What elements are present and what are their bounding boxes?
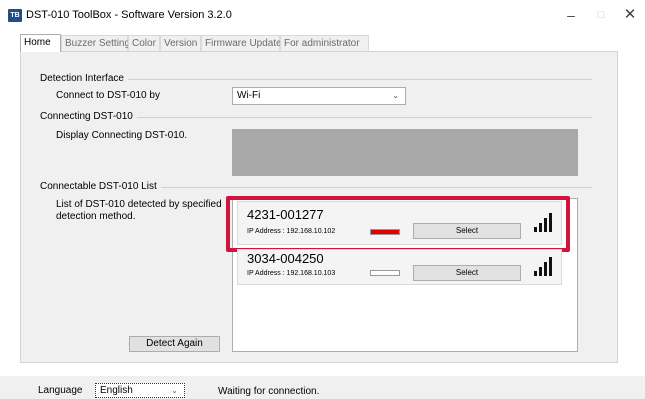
maximize-button[interactable]: □ (586, 4, 616, 26)
tab-home[interactable]: Home (20, 34, 61, 52)
app-icon: TB (8, 9, 22, 22)
tab-buzzer-setting[interactable]: Buzzer Setting (61, 35, 130, 51)
highlight-frame (226, 196, 570, 252)
connect-method-dropdown[interactable]: Wi-Fi ⌄ (232, 87, 406, 105)
chevron-down-icon: ⌄ (171, 386, 178, 395)
tab-version[interactable]: Version (160, 35, 201, 51)
window-title: DST-010 ToolBox - Software Version 3.2.0 (26, 9, 232, 21)
device-id: 3034-004250 (247, 251, 324, 266)
detect-again-button[interactable]: Detect Again (129, 336, 220, 352)
device-status-indicator (370, 270, 400, 276)
connecting-label: Connecting DST-010 (40, 111, 137, 122)
signal-strength-icon (534, 256, 554, 276)
connecting-device-area (232, 129, 578, 176)
connectable-description-line1: List of DST-010 detected by specified (56, 199, 222, 210)
select-device-button[interactable]: Select (413, 265, 521, 281)
language-dropdown[interactable]: English ⌄ (95, 383, 185, 398)
connect-by-label: Connect to DST-010 by (56, 90, 160, 101)
device-ip-address: IP Address : 192.168.10.103 (247, 270, 336, 277)
language-label: Language (38, 385, 83, 396)
chevron-down-icon: ⌄ (392, 91, 399, 100)
connectable-description-line2: detection method. (56, 211, 136, 222)
tab-color[interactable]: Color (128, 35, 160, 51)
connectable-list-label: Connectable DST-010 List (40, 181, 161, 192)
detection-interface-label: Detection Interface (40, 73, 128, 84)
close-button[interactable]: ✕ (615, 4, 645, 26)
title-bar: TB DST-010 ToolBox - Software Version 3.… (0, 0, 645, 32)
tab-for-administrator[interactable]: For administrator (280, 35, 369, 51)
status-text: Waiting for connection. (218, 386, 320, 397)
language-value: English (100, 385, 133, 396)
tab-firmware-update[interactable]: Firmware Update (201, 35, 282, 51)
connect-method-value: Wi-Fi (237, 90, 261, 101)
connecting-description: Display Connecting DST-010. (56, 130, 188, 141)
minimize-button[interactable]: – (556, 4, 586, 26)
